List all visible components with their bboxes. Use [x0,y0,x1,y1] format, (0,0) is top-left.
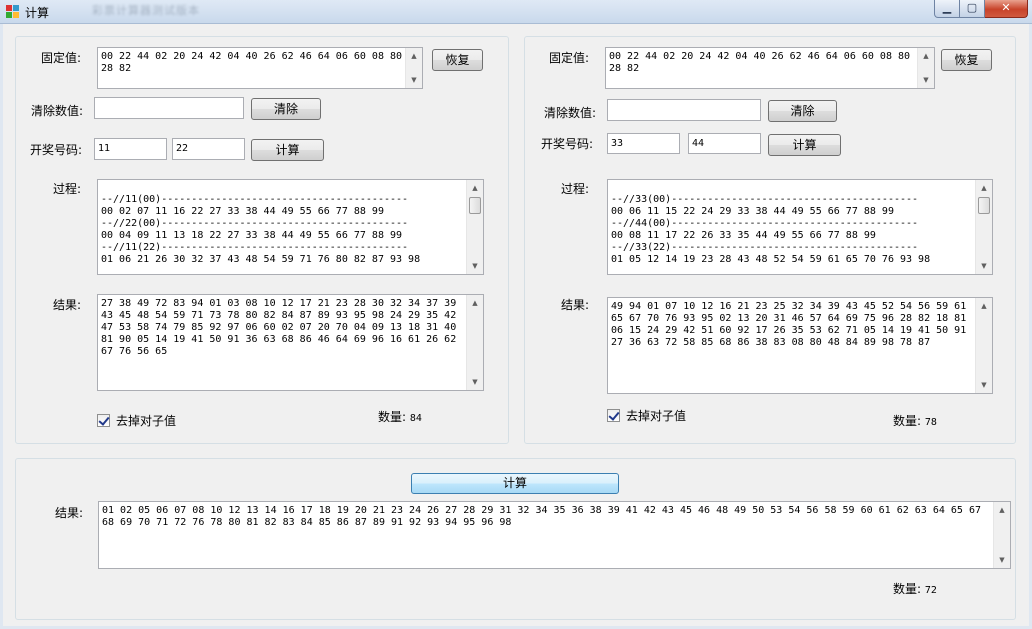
right-clear-label: 清除数值: [544,106,597,120]
right-count: 数量: 78 [893,412,937,429]
bottom-count: 数量: 72 [893,580,937,597]
bottom-panel: 计算 结果: 01 02 05 06 07 08 10 12 13 14 16 … [15,458,1016,620]
scroll-down-icon[interactable]: ▼ [406,72,422,88]
scroll-up-icon[interactable]: ▲ [976,180,992,196]
bottom-result-text: 01 02 05 06 07 08 10 12 13 14 16 17 18 1… [102,505,981,528]
close-button[interactable]: ✕ [985,0,1028,18]
right-calc-button[interactable]: 计算 [768,134,841,156]
minimize-button[interactable]: ▁ [934,0,960,18]
maximize-icon: ▢ [966,1,978,14]
left-process-label: 过程: [53,182,82,196]
scroll-up-icon[interactable]: ▲ [467,295,483,311]
left-checkbox-label: 去掉对子值 [116,414,177,428]
bottom-count-label: 数量: [893,582,922,596]
left-clear-label: 清除数值: [31,104,84,118]
left-lottery-input-1[interactable]: 11 [94,138,167,160]
left-process-scrollbar[interactable]: ▲ ▼ [466,180,483,274]
right-result-textarea[interactable]: 49 94 01 07 10 12 16 21 23 25 32 34 39 4… [607,297,993,394]
left-fixed-input[interactable]: 00 22 44 02 20 24 42 04 40 26 62 46 64 0… [97,47,423,89]
scroll-up-icon[interactable]: ▲ [918,48,934,64]
left-result-textarea[interactable]: 27 38 49 72 83 94 01 03 08 10 12 17 21 2… [97,294,484,391]
right-lottery-label: 开奖号码: [541,137,594,151]
left-restore-button[interactable]: 恢复 [432,49,483,71]
bottom-result-label: 结果: [55,506,84,520]
left-remove-pairs-checkbox[interactable]: 去掉对子值 [97,412,176,429]
left-process-text: --//11(00)------------------------------… [101,194,421,265]
right-fixed-scrollbar[interactable]: ▲ ▼ [917,48,934,88]
minimize-icon: ▁ [942,1,952,14]
left-fixed-label: 固定值: [41,51,82,65]
left-result-text: 27 38 49 72 83 94 01 03 08 10 12 17 21 2… [101,298,457,357]
right-fixed-label: 固定值: [549,51,590,65]
client-area: 固定值: 00 22 44 02 20 24 42 04 40 26 62 46… [3,24,1029,626]
right-result-scrollbar[interactable]: ▲ ▼ [975,298,992,393]
right-lottery-input-2[interactable]: 44 [688,133,761,154]
right-process-label: 过程: [561,182,590,196]
maximize-button[interactable]: ▢ [960,0,985,18]
left-process-textarea[interactable]: --//11(00)------------------------------… [97,179,484,275]
bottom-result-scrollbar[interactable]: ▲ ▼ [993,502,1010,568]
right-clear-input[interactable] [607,99,761,121]
left-fixed-scrollbar[interactable]: ▲ ▼ [405,48,422,88]
left-clear-button[interactable]: 清除 [251,98,321,120]
left-clear-input[interactable] [94,97,244,119]
scroll-down-icon[interactable]: ▼ [467,374,483,390]
left-calc-button[interactable]: 计算 [251,139,324,161]
checkbox-checked-icon[interactable] [97,414,110,427]
left-lottery-input-2[interactable]: 22 [172,138,245,160]
right-process-textarea[interactable]: --//33(00)------------------------------… [607,179,993,275]
scroll-down-icon[interactable]: ▼ [994,552,1010,568]
right-fixed-text: 00 22 44 02 20 24 42 04 40 26 62 46 64 0… [609,51,911,74]
right-checkbox-label: 去掉对子值 [626,409,687,423]
app-icon [5,4,21,20]
left-result-scrollbar[interactable]: ▲ ▼ [466,295,483,390]
scroll-up-icon[interactable]: ▲ [976,298,992,314]
scroll-up-icon[interactable]: ▲ [406,48,422,64]
left-fixed-text: 00 22 44 02 20 24 42 04 40 26 62 46 64 0… [101,51,403,74]
right-count-value: 78 [924,417,937,428]
title-bar: 计算 彩票计算器测试版本 ▁ ▢ ✕ [0,0,1032,24]
right-process-text: --//33(00)------------------------------… [611,194,931,265]
right-restore-button[interactable]: 恢复 [941,49,992,71]
left-panel: 固定值: 00 22 44 02 20 24 42 04 40 26 62 46… [15,36,509,444]
right-count-label: 数量: [893,414,922,428]
right-fixed-input[interactable]: 00 22 44 02 20 24 42 04 40 26 62 46 64 0… [605,47,935,89]
left-count-label: 数量: [378,410,407,424]
right-result-label: 结果: [561,298,590,312]
window-controls: ▁ ▢ ✕ [934,0,1028,18]
bottom-count-value: 72 [924,585,937,596]
scroll-up-icon[interactable]: ▲ [994,502,1010,518]
right-process-scrollbar[interactable]: ▲ ▼ [975,180,992,274]
window-title: 计算 [25,6,50,20]
scroll-thumb[interactable] [978,197,990,214]
blurred-title-text: 彩票计算器测试版本 [92,4,200,17]
scroll-down-icon[interactable]: ▼ [918,72,934,88]
scroll-down-icon[interactable]: ▼ [976,258,992,274]
right-remove-pairs-checkbox[interactable]: 去掉对子值 [607,407,686,424]
left-count-value: 84 [409,413,422,424]
scroll-down-icon[interactable]: ▼ [467,258,483,274]
combine-calc-button[interactable]: 计算 [411,473,619,494]
left-count: 数量: 84 [378,408,422,425]
close-icon: ✕ [1001,1,1011,14]
right-panel: 固定值: 00 22 44 02 20 24 42 04 40 26 62 46… [524,36,1016,444]
bottom-result-textarea[interactable]: 01 02 05 06 07 08 10 12 13 14 16 17 18 1… [98,501,1011,569]
right-result-text: 49 94 01 07 10 12 16 21 23 25 32 34 39 4… [611,301,967,348]
scroll-up-icon[interactable]: ▲ [467,180,483,196]
right-lottery-input-1[interactable]: 33 [607,133,680,154]
left-lottery-label: 开奖号码: [30,143,83,157]
scroll-thumb[interactable] [469,197,481,214]
checkbox-checked-icon[interactable] [607,409,620,422]
right-clear-button[interactable]: 清除 [768,100,837,122]
left-result-label: 结果: [53,298,82,312]
scroll-down-icon[interactable]: ▼ [976,377,992,393]
